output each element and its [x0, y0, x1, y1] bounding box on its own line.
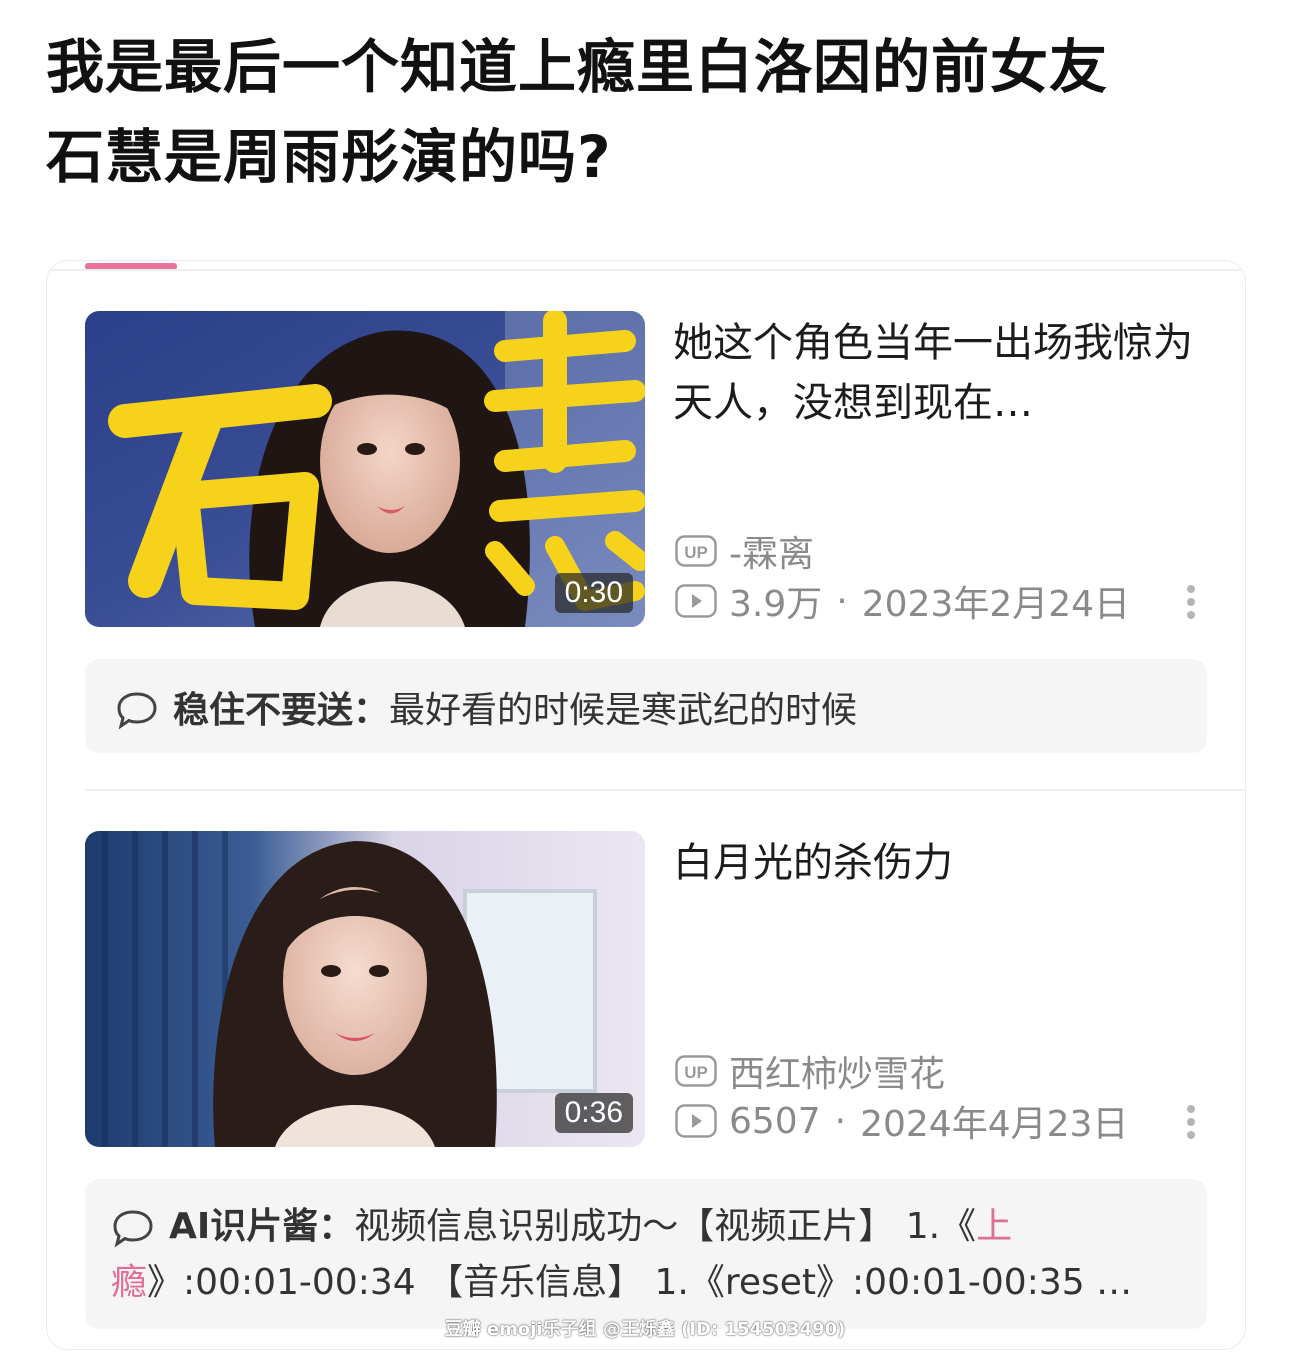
svg-text:UP: UP: [684, 1063, 708, 1082]
comment-text-part-2: 》:00:01-00:34 【音乐信息】 1.《reset》:00:01-00:…: [147, 1262, 1133, 1303]
up-badge-icon: UP: [675, 1055, 717, 1087]
more-options-icon[interactable]: [1185, 581, 1197, 621]
comment-text: 最好看的时候是寒武纪的时候: [389, 690, 858, 731]
play-count-icon: [675, 1104, 717, 1138]
upload-date: 2024年4月23日: [860, 1104, 1129, 1145]
view-count: 6507: [729, 1100, 821, 1142]
uploader-name[interactable]: 西红柿炒雪花: [729, 1045, 945, 1097]
stats-row: 3.9万 · 2023年2月24日: [675, 579, 1205, 625]
stats-row: 6507 · 2024年4月23日: [675, 1099, 1205, 1145]
post-headline: 我是最后一个知道上瘾里白洛因的前女友 石慧是周雨彤演的吗?: [46, 22, 1246, 202]
video-item[interactable]: 0:30 她这个角色当年一出场我惊为天人，没想到现在… UP -霖离 3.9万 …: [85, 311, 1207, 631]
separator-dot: ·: [836, 580, 848, 622]
uploader-row[interactable]: UP -霖离: [675, 529, 1205, 575]
video-thumbnail[interactable]: 0:36: [85, 831, 645, 1147]
svg-text:UP: UP: [684, 543, 708, 562]
comment-author: 稳住不要送：: [173, 690, 390, 731]
separator-dot: ·: [834, 1100, 847, 1142]
comment-bubble-icon: [113, 1210, 153, 1248]
more-options-icon[interactable]: [1185, 1101, 1197, 1141]
upload-date: 2023年2月24日: [861, 584, 1131, 625]
headline-line-2: 石慧是周雨彤演的吗?: [46, 123, 612, 191]
top-comment[interactable]: AI识片酱：视频信息识别成功～【视频正片】 1.《上瘾》:00:01-00:34…: [85, 1179, 1207, 1329]
tab-divider: [47, 269, 1245, 271]
comment-bubble-icon: [117, 692, 157, 730]
uploader-row[interactable]: UP 西红柿炒雪花: [675, 1049, 1205, 1095]
video-duration: 0:36: [554, 1093, 633, 1133]
play-count-icon: [675, 584, 717, 618]
watermark: 豆瓣 emoji乐子组 @王烁鑫 (ID: 154503490): [444, 1319, 846, 1340]
up-badge-icon: UP: [675, 535, 717, 567]
comment-author: AI识片酱：: [169, 1206, 355, 1247]
video-title[interactable]: 她这个角色当年一出场我惊为天人，没想到现在…: [673, 313, 1193, 433]
view-count: 3.9万: [729, 584, 823, 625]
video-duration: 0:30: [554, 573, 633, 613]
video-item[interactable]: 0:36 白月光的杀伤力 UP 西红柿炒雪花 6507 · 2024年4月23日: [85, 831, 1207, 1151]
uploader-name[interactable]: -霖离: [729, 525, 814, 577]
item-divider: [85, 789, 1245, 791]
search-results-card: 0:30 她这个角色当年一出场我惊为天人，没想到现在… UP -霖离 3.9万 …: [46, 260, 1246, 1350]
video-title[interactable]: 白月光的杀伤力: [673, 833, 1193, 893]
headline-line-1: 我是最后一个知道上瘾里白洛因的前女友: [46, 33, 1109, 101]
video-thumbnail[interactable]: 0:30: [85, 311, 645, 627]
top-comment[interactable]: 稳住不要送：最好看的时候是寒武纪的时候: [85, 659, 1207, 753]
comment-text-part-1: 视频信息识别成功～【视频正片】 1.《: [354, 1206, 977, 1247]
